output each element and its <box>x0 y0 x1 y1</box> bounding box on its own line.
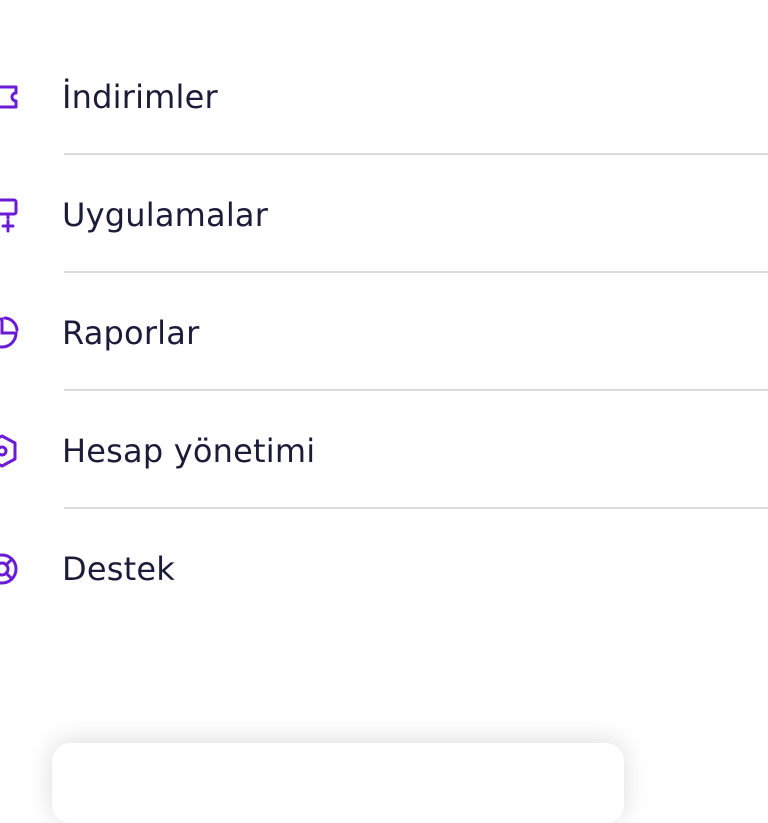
menu-item-apps[interactable]: Uygulamalar <box>0 155 768 273</box>
menu-item-reports[interactable]: Raporlar <box>0 273 768 391</box>
report-icon <box>0 315 20 351</box>
menu-item-label: İndirimler <box>62 78 218 116</box>
menu-item-support[interactable]: Destek <box>0 509 768 627</box>
bottom-sheet-card <box>52 743 624 823</box>
menu-item-label: Uygulamalar <box>62 196 269 234</box>
menu-item-account[interactable]: Hesap yönetimi <box>0 391 768 509</box>
apps-add-icon <box>0 197 20 233</box>
menu-item-label: Destek <box>62 550 175 588</box>
menu-item-label: Raporlar <box>62 314 200 352</box>
menu-item-label: Hesap yönetimi <box>62 432 316 470</box>
ticket-icon <box>0 79 20 115</box>
lifebuoy-icon <box>0 551 20 587</box>
menu-item-discounts[interactable]: İndirimler <box>0 37 768 155</box>
account-icon <box>0 433 20 469</box>
settings-menu: İndirimler Uygulamalar Raporlar Hesap yö… <box>0 37 768 627</box>
